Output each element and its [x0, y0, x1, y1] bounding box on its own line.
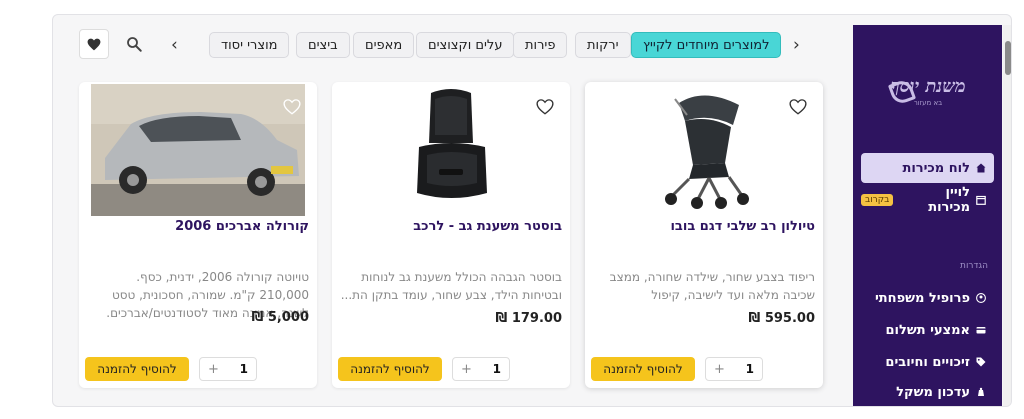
product-description: ריפוד בצבע שחור, שילדה שחורה, ממצב שכיבה…	[609, 270, 815, 308]
sidebar-item-label: לויין מכירות	[928, 185, 970, 215]
add-to-order-button[interactable]: להוסיף להזמנה	[338, 357, 442, 381]
add-to-order-button[interactable]: להוסיף להזמנה	[591, 357, 695, 381]
calendar-icon	[976, 195, 986, 205]
sidebar-item-label: עדכון משקל	[896, 384, 970, 400]
product-title[interactable]: קורולה אברכים 2006	[89, 216, 309, 238]
plus-icon[interactable]: +	[208, 362, 219, 377]
sidebar-item-payment-methods[interactable]: אמצעי תשלום	[861, 315, 994, 345]
coming-soon-badge: בקרוב	[861, 194, 894, 206]
card-icon	[976, 327, 986, 334]
home-icon	[976, 163, 986, 173]
sidebar-item-label: לוח מכירות	[902, 160, 970, 176]
user-icon	[976, 293, 986, 303]
heart-icon	[87, 38, 101, 50]
sidebar-item-label: אמצעי תשלום	[885, 322, 971, 338]
scrollbar[interactable]	[1003, 25, 1011, 406]
settings-section-label: הגדרות	[960, 261, 988, 271]
sidebar-item-credits-charges[interactable]: זיכויים וחיובים	[861, 347, 994, 377]
sidebar-item-sales-calendar[interactable]: לויין מכירות בקרוב	[861, 185, 994, 215]
chevron-left-icon[interactable]: ‹	[171, 35, 178, 55]
sidebar-item-label: זיכויים וחיובים	[885, 354, 970, 370]
app-window: ‹ מוצרי יסוד ביצים מאפים עלים וקצוצים פי…	[52, 14, 1012, 407]
category-chip[interactable]: עלים וקצוצים	[416, 32, 515, 58]
product-price: 179.00 ₪	[495, 311, 562, 326]
quantity-stepper[interactable]: + 1	[199, 357, 257, 381]
category-chip[interactable]: מוצרי יסוד	[209, 32, 290, 58]
category-chip[interactable]: מאפים	[353, 32, 415, 58]
product-card: טיולון רב שלבי דגם בובו ריפוד בצבע שחור,…	[585, 82, 823, 388]
category-chip[interactable]: פירות	[513, 32, 568, 58]
add-to-order-button[interactable]: להוסיף להזמנה	[85, 357, 189, 381]
search-icon	[127, 37, 142, 52]
category-bar: ‹ מוצרי יסוד ביצים מאפים עלים וקצוצים פי…	[53, 27, 849, 67]
sidebar-item-family-profile[interactable]: פרופיל משפחתי	[861, 283, 994, 313]
favorites-button[interactable]	[79, 29, 109, 59]
sidebar: משנת יוסף בא מעזור לוח מכירות לויין מכיר…	[853, 25, 1002, 406]
chevron-right-icon[interactable]: ›	[793, 35, 800, 55]
sidebar-item-weight-update[interactable]: עדכון משקל	[861, 377, 994, 406]
brand-logo: משנת יוסף בא מעזור	[883, 77, 973, 127]
sidebar-item-sales-board[interactable]: לוח מכירות	[861, 153, 994, 183]
plus-icon[interactable]: +	[714, 362, 725, 377]
favorite-heart-icon[interactable]	[789, 98, 807, 116]
favorite-heart-icon[interactable]	[536, 98, 554, 116]
product-price: 595.00 ₪	[748, 311, 815, 326]
product-card: קורולה אברכים 2006 טויוטה קורולה 2006, י…	[79, 82, 317, 388]
product-image-car	[91, 84, 305, 216]
quantity-stepper[interactable]: + 1	[452, 357, 510, 381]
category-chip[interactable]: ביצים	[296, 32, 350, 58]
product-card: בוסטר משענת גב - לרכב בוסטר הגבהה הכולל …	[332, 82, 570, 388]
quantity-value: 1	[239, 362, 248, 376]
product-image-booster-seat	[344, 84, 558, 216]
tag-icon	[976, 357, 986, 367]
plus-icon[interactable]: +	[461, 362, 472, 377]
favorite-heart-icon[interactable]	[283, 98, 301, 116]
product-title[interactable]: בוסטר משענת גב - לרכב	[342, 216, 562, 238]
category-chip[interactable]: ירקות	[575, 32, 631, 58]
product-description: בוסטר הגבהה הכולל משענת גב לנוחות ובטיחו…	[340, 270, 562, 302]
quantity-value: 1	[492, 362, 501, 376]
product-title[interactable]: טיולון רב שלבי דגם בובו	[595, 216, 815, 238]
search-button[interactable]	[125, 35, 145, 55]
quantity-stepper[interactable]: + 1	[705, 357, 763, 381]
sidebar-item-label: פרופיל משפחתי	[874, 290, 970, 306]
product-price: 5,000 ₪	[251, 310, 309, 325]
scale-icon	[978, 387, 984, 396]
product-image-stroller	[597, 84, 811, 216]
scrollbar-thumb[interactable]	[1005, 41, 1011, 75]
quantity-value: 1	[745, 362, 754, 376]
category-chip-active[interactable]: למוצרים מיוחדים לקייץ	[631, 32, 782, 58]
